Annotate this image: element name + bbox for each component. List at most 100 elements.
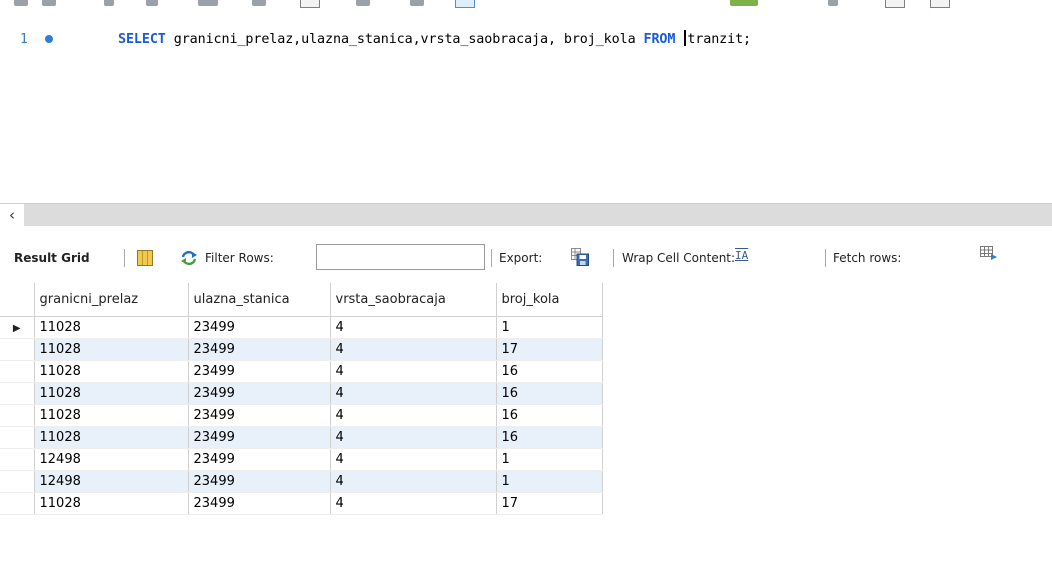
commit-icon[interactable]: [356, 0, 370, 6]
table-cell[interactable]: 23499: [188, 382, 331, 405]
table-cell[interactable]: 4: [330, 448, 497, 471]
table-row[interactable]: 11028 23499 4 17: [0, 492, 603, 515]
table-row[interactable]: 11028 23499 4 16: [0, 404, 603, 427]
table-cell[interactable]: 4: [330, 360, 497, 383]
filter-rows-label: Filter Rows:: [205, 251, 274, 265]
table-cell[interactable]: 23499: [188, 404, 331, 427]
sql-keyword-select: SELECT: [118, 32, 166, 47]
sql-keyword-from: FROM: [643, 32, 676, 47]
row-gutter[interactable]: [0, 426, 35, 449]
execute-icon[interactable]: [104, 0, 114, 6]
table-cell[interactable]: 11028: [34, 426, 189, 449]
sql-editor[interactable]: 1 SELECT granicni_prelaz,ulazna_stanica,…: [0, 20, 1052, 200]
table-cell[interactable]: 4: [330, 426, 497, 449]
table-cell[interactable]: 23499: [188, 426, 331, 449]
table-cell[interactable]: 1: [496, 448, 603, 471]
row-gutter-header: [0, 283, 35, 317]
row-gutter[interactable]: [0, 360, 35, 383]
table-cell[interactable]: 11028: [34, 360, 189, 383]
table-cell[interactable]: 4: [330, 470, 497, 493]
table-cell[interactable]: 4: [330, 316, 497, 339]
table-cell[interactable]: 12498: [34, 448, 189, 471]
table-cell[interactable]: 4: [330, 492, 497, 515]
table-cell[interactable]: 4: [330, 338, 497, 361]
current-row-icon: ▶: [12, 322, 21, 334]
table-cell[interactable]: 16: [496, 382, 603, 405]
table-cell[interactable]: 23499: [188, 338, 331, 361]
toggle-output-icon[interactable]: [300, 0, 320, 8]
grid-view-icon[interactable]: [137, 250, 153, 266]
beautify-icon[interactable]: [730, 0, 758, 6]
table-cell[interactable]: 23499: [188, 360, 331, 383]
result-grid[interactable]: granicni_prelaz ulazna_stanica vrsta_sao…: [0, 283, 603, 515]
rollback-icon[interactable]: [410, 0, 424, 6]
table-cell[interactable]: 11028: [33, 316, 189, 339]
row-gutter[interactable]: ▶: [0, 316, 35, 339]
table-cell[interactable]: 16: [496, 360, 603, 383]
stop-icon[interactable]: [252, 0, 266, 6]
table-row[interactable]: 12498 23499 4 1: [0, 448, 603, 471]
table-cell[interactable]: 16: [496, 426, 603, 449]
table-cell[interactable]: 4: [330, 404, 497, 427]
fetch-rows-icon[interactable]: [980, 246, 998, 260]
toolbar-separator: [825, 249, 826, 267]
toolbar-separator: [613, 249, 614, 267]
header-row: granicni_prelaz ulazna_stanica vrsta_sao…: [0, 283, 603, 317]
editor-horizontal-scrollbar[interactable]: ‹: [0, 203, 1052, 226]
table-row[interactable]: 12498 23499 4 1: [0, 470, 603, 493]
table-cell[interactable]: 23499: [188, 492, 331, 515]
sql-columns: granicni_prelaz,ulazna_stanica,vrsta_sao…: [165, 32, 644, 47]
row-gutter[interactable]: [0, 492, 35, 515]
autocommit-icon[interactable]: [455, 0, 475, 8]
table-row[interactable]: 11028 23499 4 16: [0, 360, 603, 383]
table-cell[interactable]: 11028: [34, 338, 189, 361]
toolbar-separator: [491, 249, 492, 267]
column-header-broj-kola[interactable]: broj_kola: [496, 283, 603, 317]
row-gutter[interactable]: [0, 382, 35, 405]
table-cell[interactable]: 11028: [34, 404, 189, 427]
line-number: 1: [20, 32, 28, 47]
table-cell[interactable]: 23499: [188, 470, 331, 493]
refresh-icon[interactable]: [180, 250, 198, 266]
execute-current-icon[interactable]: [146, 0, 158, 6]
table-cell[interactable]: 1: [496, 470, 603, 493]
export-icon[interactable]: [571, 248, 589, 266]
column-header-granicni-prelaz[interactable]: granicni_prelaz: [34, 283, 189, 317]
table-cell[interactable]: 1: [496, 316, 603, 339]
result-grid-tab[interactable]: Result Grid: [14, 251, 90, 265]
find-icon[interactable]: [828, 0, 838, 6]
row-gutter[interactable]: [0, 470, 35, 493]
table-cell[interactable]: 17: [496, 338, 603, 361]
sql-statement[interactable]: SELECT granicni_prelaz,ulazna_stanica,vr…: [118, 30, 751, 47]
table-row[interactable]: 11028 23499 4 16: [0, 382, 603, 405]
table-cell[interactable]: 17: [496, 492, 603, 515]
invisible-chars-icon[interactable]: [885, 0, 905, 8]
table-cell[interactable]: 11028: [34, 492, 189, 515]
scroll-left-icon[interactable]: ‹: [0, 204, 24, 226]
table-cell[interactable]: 23499: [188, 316, 331, 339]
table-cell[interactable]: 12498: [34, 470, 189, 493]
sql-table-name: tranzit;: [687, 32, 752, 47]
table-cell[interactable]: 11028: [34, 382, 189, 405]
table-cell[interactable]: 16: [496, 404, 603, 427]
sql-editor-toolbar: [0, 0, 1052, 14]
table-row[interactable]: 11028 23499 4 17: [0, 338, 603, 361]
table-cell[interactable]: 4: [330, 382, 497, 405]
save-icon[interactable]: [42, 0, 56, 6]
column-header-vrsta-saobracaja[interactable]: vrsta_saobracaja: [330, 283, 497, 317]
table-row[interactable]: ▶ 11028 23499 4 1: [0, 316, 603, 339]
row-gutter[interactable]: [0, 448, 35, 471]
statement-marker-icon: [45, 35, 53, 43]
table-cell[interactable]: 23499: [188, 448, 331, 471]
filter-rows-input[interactable]: [316, 244, 485, 270]
export-label: Export:: [499, 251, 543, 265]
column-header-ulazna-stanica[interactable]: ulazna_stanica: [188, 283, 331, 317]
fetch-rows-label: Fetch rows:: [833, 251, 902, 265]
open-file-icon[interactable]: [14, 0, 28, 6]
row-gutter[interactable]: [0, 404, 35, 427]
table-row[interactable]: 11028 23499 4 16: [0, 426, 603, 449]
wrap-lines-icon[interactable]: [930, 0, 950, 8]
row-gutter[interactable]: [0, 338, 35, 361]
explain-icon[interactable]: [198, 0, 218, 6]
wrap-cell-content-icon[interactable]: IA: [735, 249, 748, 262]
